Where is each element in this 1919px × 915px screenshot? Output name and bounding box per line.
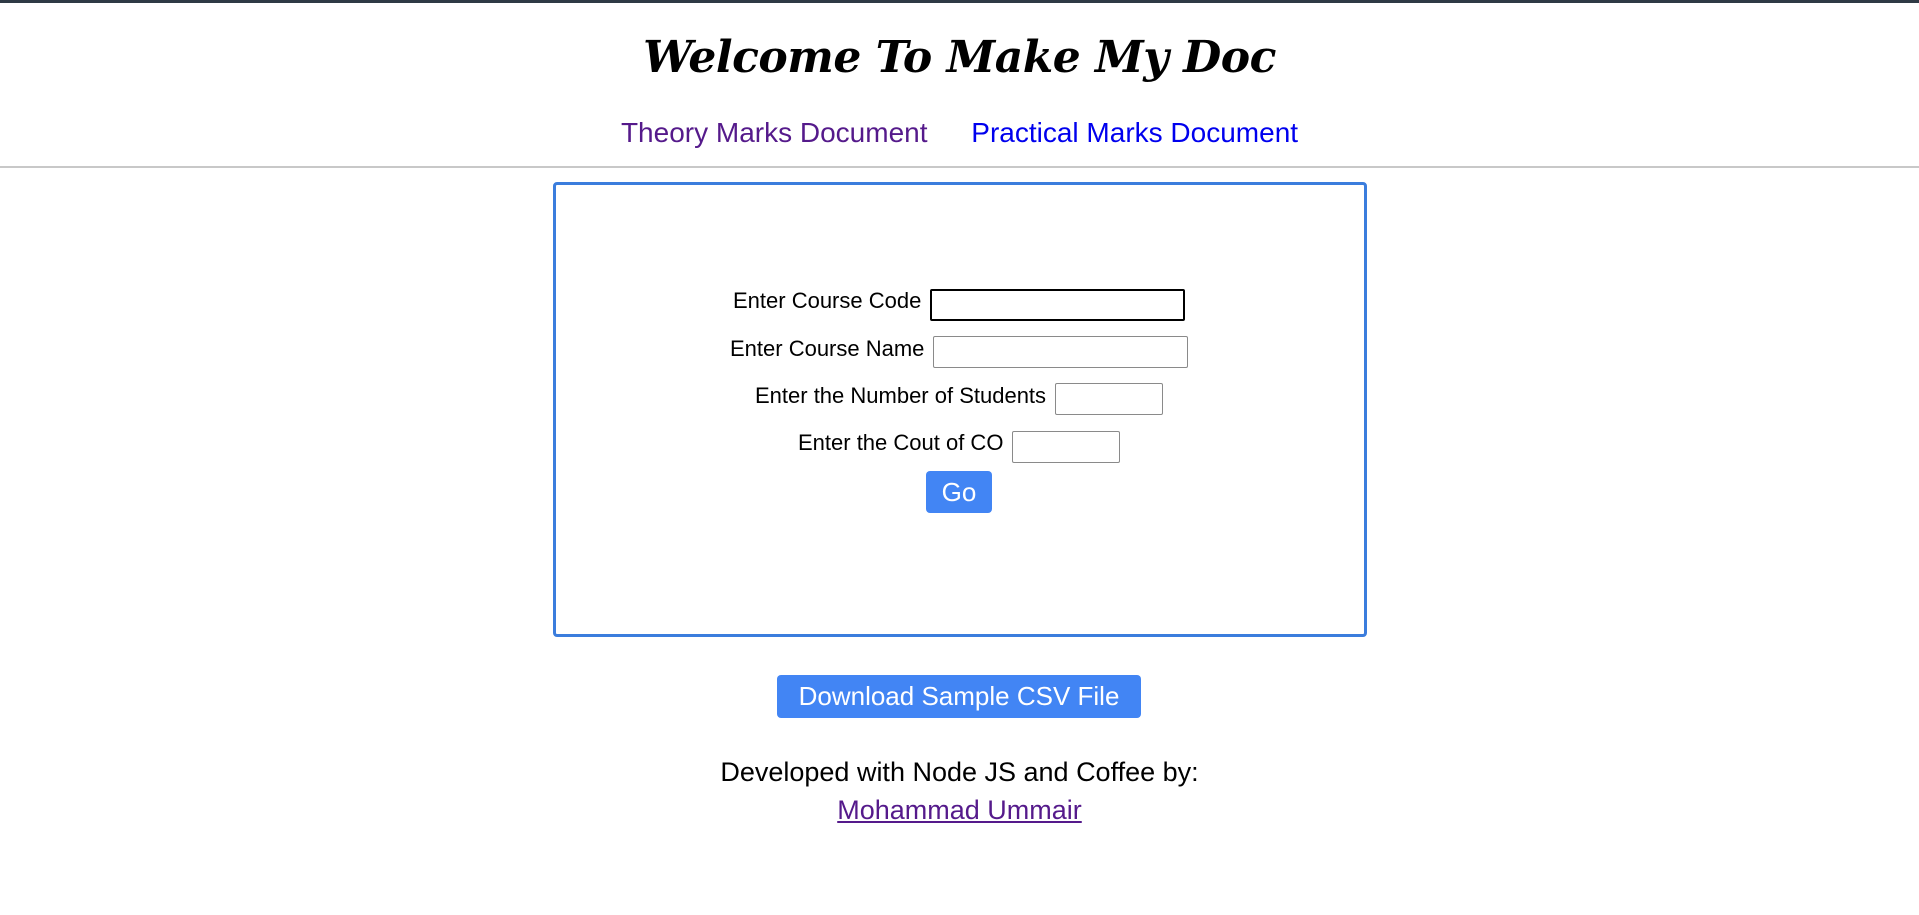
- author-link[interactable]: Mohammad Ummair: [837, 795, 1082, 825]
- course-name-input[interactable]: [933, 336, 1188, 368]
- course-code-label: Enter Course Code: [733, 288, 922, 313]
- num-students-input[interactable]: [1055, 383, 1163, 415]
- document-nav: Theory Marks Document Practical Marks Do…: [0, 117, 1919, 149]
- course-code-input[interactable]: [930, 289, 1185, 321]
- co-count-label: Enter the Cout of CO: [798, 430, 1004, 455]
- course-name-label: Enter Course Name: [730, 336, 925, 361]
- header-divider: [0, 166, 1919, 168]
- footer: Developed with Node JS and Coffee by: Mo…: [0, 757, 1919, 825]
- num-students-label: Enter the Number of Students: [755, 383, 1047, 408]
- page-title: Welcome To Make My Doc: [643, 32, 1276, 83]
- theory-marks-link[interactable]: Theory Marks Document: [621, 117, 928, 148]
- go-button[interactable]: Go: [926, 471, 992, 513]
- footer-credit-text: Developed with Node JS and Coffee by:: [720, 757, 1199, 787]
- practical-marks-link[interactable]: Practical Marks Document: [971, 117, 1298, 148]
- footer-author-line: Mohammad Ummair: [0, 795, 1919, 826]
- course-form-card: [553, 182, 1367, 637]
- co-count-input[interactable]: [1012, 431, 1120, 463]
- top-border-line: [0, 0, 1919, 3]
- download-sample-csv-button[interactable]: Download Sample CSV File: [777, 675, 1141, 718]
